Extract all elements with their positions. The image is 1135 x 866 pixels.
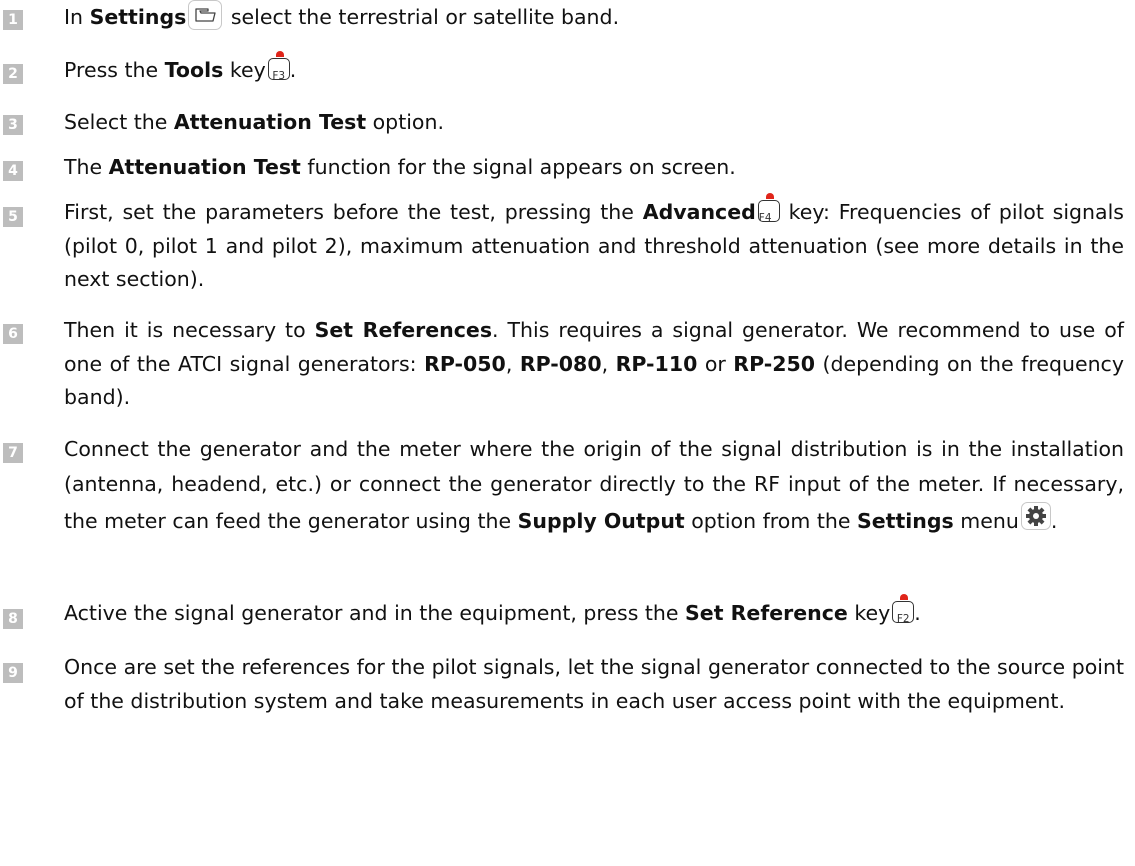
step-number: 9 — [3, 663, 23, 683]
f2-key-icon: F2 — [892, 594, 915, 625]
step-number: 3 — [3, 115, 23, 135]
step-text: The Attenuation Test function for the si… — [64, 155, 736, 179]
step-text: Select the Attenuation Test option. — [64, 110, 444, 134]
gear-icon — [1020, 502, 1051, 530]
step-text: Active the signal generator and in the e… — [64, 594, 1124, 631]
instruction-page: 1 In Settings select the terrestrial or … — [0, 0, 1135, 866]
step-text: Press the Tools key F3. — [64, 51, 1124, 88]
step-number: 5 — [3, 207, 23, 227]
step-number: 4 — [3, 161, 23, 181]
step-number: 2 — [3, 64, 23, 84]
step-number: 1 — [3, 10, 23, 30]
step-text: Connect the generator and the meter wher… — [64, 437, 1124, 533]
step-number: 8 — [3, 609, 23, 629]
step-number: 7 — [3, 443, 23, 463]
step-text: Once are set the references for the pilo… — [64, 655, 1124, 713]
step-number: 6 — [3, 324, 23, 344]
step-text: First, set the parameters before the tes… — [64, 193, 1124, 297]
f3-key-icon: F3 — [267, 51, 290, 82]
folder-icon — [188, 0, 223, 30]
f4-key-icon: F4 — [757, 193, 780, 224]
step-text: Then it is necessary to Set References. … — [64, 318, 1124, 409]
step-text: In Settings select the terrestrial or sa… — [64, 0, 1124, 35]
